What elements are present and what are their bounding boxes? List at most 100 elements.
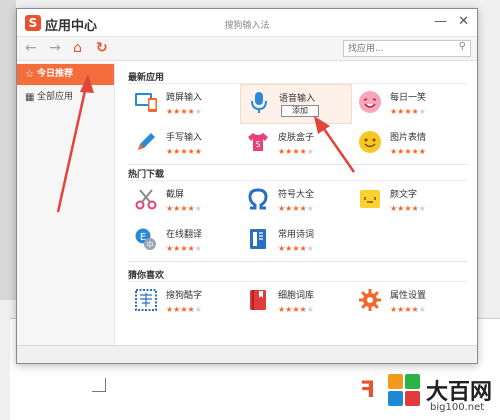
- app-name: 截屏: [166, 190, 185, 200]
- refresh-icon[interactable]: ↻: [96, 40, 108, 56]
- navigation-bar: ← → ⌂ ↻ ⚲: [17, 37, 477, 61]
- star-filled-icon: ★: [299, 147, 307, 156]
- star-filled-icon: ★: [187, 107, 195, 116]
- app-name: 搜狗酷字: [166, 291, 203, 301]
- rating-stars: ★★★★★: [390, 147, 464, 156]
- star-filled-icon: ★: [187, 147, 195, 156]
- translate-icon: E中: [134, 227, 158, 251]
- rating-stars: ★★★★★: [278, 305, 352, 314]
- star-filled-icon: ★: [411, 204, 419, 213]
- search-box: ⚲: [343, 40, 471, 57]
- app-name: 颜文字: [390, 190, 418, 200]
- app-name: 手写输入: [166, 133, 203, 143]
- window-subtitle: 搜狗输入法: [224, 21, 270, 31]
- app-name: 符号大全: [278, 190, 315, 200]
- app-card[interactable]: 搜狗酷字 ★★★★★: [128, 282, 240, 322]
- app-card[interactable]: E中 在线翻译 ★★★★★: [128, 221, 240, 261]
- star-filled-icon: ★: [180, 305, 188, 314]
- rating-stars: ★★★★★: [166, 305, 240, 314]
- app-card[interactable]: S 皮肤盒子 ★★★★★: [240, 124, 352, 164]
- svg-text:中: 中: [147, 240, 154, 249]
- minimize-button[interactable]: —: [434, 14, 447, 29]
- star-empty-icon: ★: [306, 305, 314, 314]
- status-bar: [17, 345, 477, 363]
- rating-stars: ★★★★★: [166, 204, 240, 213]
- watermark-logo-icon: [388, 374, 422, 408]
- microphone-icon: [247, 91, 271, 115]
- section-popular-downloads: 热门下载 截屏 ★★★★★ 符号大全 ★★★★★ 颜文字 ★★★★★ E 中 在…: [128, 167, 467, 262]
- star-filled-icon: ★: [411, 305, 419, 314]
- back-arrow-icon[interactable]: ←: [25, 40, 37, 56]
- search-icon[interactable]: ⚲: [459, 41, 466, 52]
- star-empty-icon: ★: [418, 305, 426, 314]
- star-filled-icon: ★: [292, 147, 300, 156]
- rating-stars: ★★★★★: [390, 107, 464, 116]
- star-filled-icon: ★: [194, 147, 202, 156]
- app-card[interactable]: 手写输入 ★★★★★: [128, 124, 240, 164]
- watermark-url: big100.net: [430, 402, 485, 413]
- section-title: 最新应用: [128, 70, 467, 84]
- rating-stars: ★★★★★: [390, 305, 464, 314]
- star-filled-icon: ★: [180, 244, 188, 253]
- sidebar-item-all-apps[interactable]: ▦ 全部应用: [17, 87, 114, 108]
- rating-stars: ★★★★★: [166, 107, 240, 116]
- sidebar-item-today-recommended[interactable]: ☆ 今日推荐: [17, 64, 114, 85]
- background-document-edge: [0, 0, 16, 300]
- svg-text:S: S: [255, 140, 260, 149]
- close-button[interactable]: ✕: [458, 14, 469, 29]
- section-title: 猜你喜欢: [128, 268, 467, 282]
- watermark: ꟻ 大百网 big100.net: [360, 372, 500, 420]
- star-filled-icon: ★: [418, 147, 426, 156]
- section-latest-apps: 最新应用 跨屏输入 ★★★★★ 语音输入 添加 每日一笑 ★★★★★ 手写输入 …: [128, 70, 467, 165]
- scissors-icon: [134, 187, 158, 211]
- app-card[interactable]: 符号大全 ★★★★★: [240, 181, 352, 221]
- star-filled-icon: ★: [404, 204, 412, 213]
- star-empty-icon: ★: [194, 244, 202, 253]
- app-name: 属性设置: [390, 291, 427, 301]
- app-card[interactable]: 跨屏输入 ★★★★★: [128, 84, 240, 124]
- app-card[interactable]: 属性设置 ★★★★★: [352, 282, 464, 322]
- add-button[interactable]: 添加: [281, 105, 319, 117]
- grid-icon: ▦: [25, 92, 35, 103]
- watermark-flag-icon: ꟻ: [360, 378, 376, 403]
- settings-gear-icon: [358, 288, 382, 312]
- star-filled-icon: ★: [187, 204, 195, 213]
- forward-arrow-icon[interactable]: →: [49, 40, 61, 56]
- search-input[interactable]: [344, 41, 449, 56]
- star-filled-icon: ★: [180, 107, 188, 116]
- app-card[interactable]: 颜文字 ★★★★★: [352, 181, 464, 221]
- tshirt-icon: S: [246, 130, 270, 154]
- rating-stars: ★★★★★: [166, 244, 240, 253]
- app-card[interactable]: 细胞词库 ★★★★★: [240, 282, 352, 322]
- star-empty-icon: ★: [418, 204, 426, 213]
- app-name: 细胞词库: [278, 291, 315, 301]
- stamp-icon: [134, 288, 158, 312]
- star-filled-icon: ★: [404, 305, 412, 314]
- app-card-highlighted[interactable]: 语音输入 添加: [240, 84, 352, 124]
- app-name: 每日一笑: [390, 93, 427, 103]
- star-empty-icon: ★: [306, 204, 314, 213]
- star-filled-icon: ★: [411, 107, 419, 116]
- star-icon: ☆: [25, 69, 34, 80]
- app-card[interactable]: 常用诗词 ★★★★★: [240, 221, 352, 261]
- rating-stars: ★★★★★: [278, 244, 352, 253]
- app-card[interactable]: 每日一笑 ★★★★★: [352, 84, 464, 124]
- app-card[interactable]: 截屏 ★★★★★: [128, 181, 240, 221]
- section-title: 热门下载: [128, 167, 467, 181]
- star-filled-icon: ★: [292, 244, 300, 253]
- star-filled-icon: ★: [292, 204, 300, 213]
- sidebar: ☆ 今日推荐 ▦ 全部应用: [17, 62, 115, 346]
- title-bar: S 应用中心 搜狗输入法 — ✕: [17, 9, 477, 37]
- star-filled-icon: ★: [187, 244, 195, 253]
- app-name: 皮肤盒子: [278, 133, 315, 143]
- document-corner-mark: [92, 378, 106, 392]
- star-filled-icon: ★: [180, 147, 188, 156]
- star-filled-icon: ★: [404, 147, 412, 156]
- star-filled-icon: ★: [292, 305, 300, 314]
- home-icon[interactable]: ⌂: [73, 40, 82, 56]
- app-card[interactable]: 图片表情 ★★★★★: [352, 124, 464, 164]
- star-filled-icon: ★: [299, 305, 307, 314]
- star-filled-icon: ★: [404, 107, 412, 116]
- star-empty-icon: ★: [194, 305, 202, 314]
- star-filled-icon: ★: [180, 204, 188, 213]
